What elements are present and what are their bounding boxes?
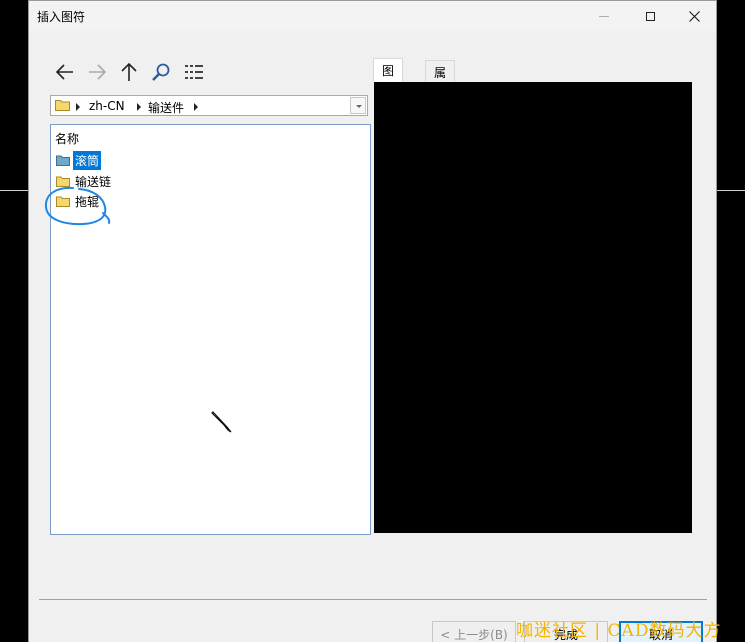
arrow-right-icon xyxy=(89,64,107,80)
pen-cursor-icon xyxy=(211,411,232,433)
button-label: < 上一步(B) xyxy=(440,627,508,642)
screen: 插入图符 zh-CN 输送件 名称 滚筒 输送链 拖辊 图 属 < 上一步(B)… xyxy=(0,0,745,642)
arrow-left-icon xyxy=(55,64,73,80)
view-options-button[interactable] xyxy=(182,60,206,84)
file-list[interactable]: 名称 滚筒 输送链 拖辊 xyxy=(44,124,371,535)
forward-nav-button[interactable] xyxy=(85,60,109,84)
back-nav-button[interactable] xyxy=(53,60,77,84)
maximize-button[interactable] xyxy=(628,1,672,31)
breadcrumb-separator-icon xyxy=(76,103,80,111)
minimize-button[interactable] xyxy=(582,1,626,31)
breadcrumb-segment[interactable]: 输送件 xyxy=(148,99,184,116)
up-folder-button[interactable] xyxy=(117,60,141,84)
breadcrumb-separator-icon xyxy=(137,103,141,111)
path-breadcrumb[interactable]: zh-CN 输送件 xyxy=(50,95,368,116)
window-title: 插入图符 xyxy=(37,10,86,24)
column-header-name[interactable]: 名称 xyxy=(55,130,79,147)
minimize-icon xyxy=(599,15,609,17)
search-button[interactable] xyxy=(149,60,173,84)
list-item-label: 滚筒 xyxy=(73,150,102,170)
footer-divider xyxy=(39,599,707,600)
annotation-circle xyxy=(44,186,111,226)
previous-step-button[interactable]: < 上一步(B) xyxy=(432,621,516,642)
search-icon xyxy=(152,63,170,81)
breadcrumb-segment[interactable]: zh-CN xyxy=(89,99,125,113)
insert-symbol-dialog: 插入图符 zh-CN 输送件 名称 滚筒 输送链 拖辊 图 属 < 上一步(B)… xyxy=(28,0,717,642)
tab-properties[interactable]: 属性 xyxy=(425,60,456,97)
arrow-up-icon xyxy=(121,62,137,81)
tab-graphic[interactable]: 图形 xyxy=(373,58,404,95)
symbol-preview xyxy=(374,82,692,533)
title-bar: 插入图符 xyxy=(29,1,716,31)
breadcrumb-separator-icon xyxy=(194,103,198,111)
folder-icon xyxy=(55,100,70,111)
watermark-text: 咖迷社区 | CAD数码大方 xyxy=(516,621,722,641)
list-view-icon xyxy=(185,65,203,79)
cad-crosshair-left xyxy=(0,190,28,191)
path-dropdown-button[interactable] xyxy=(350,97,366,114)
cad-crosshair-right xyxy=(717,190,745,191)
close-button[interactable] xyxy=(672,1,716,31)
close-icon xyxy=(688,10,700,22)
maximize-icon xyxy=(645,11,655,21)
folder-icon xyxy=(56,155,70,166)
list-item[interactable]: 滚筒 xyxy=(56,150,102,170)
